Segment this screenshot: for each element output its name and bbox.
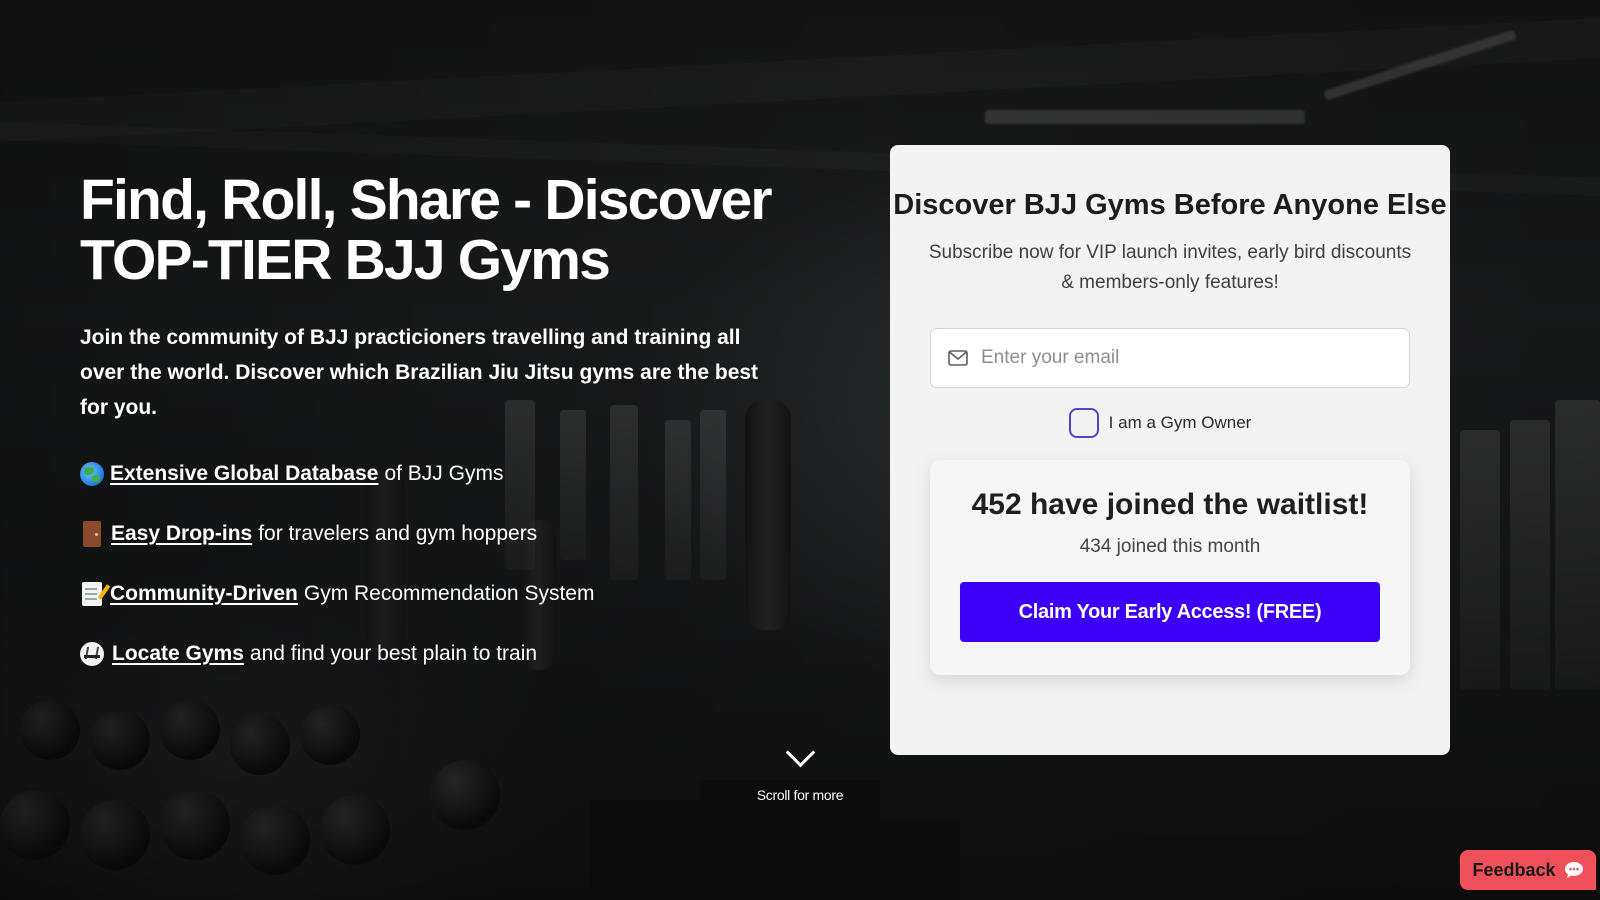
feature-text: of BJJ Gyms: [384, 462, 504, 485]
feedback-label: Feedback: [1472, 859, 1556, 880]
scroll-label: Scroll for more: [756, 787, 844, 803]
feature-item: Extensive Global Database of BJJ Gyms: [80, 459, 800, 489]
feature-item: Locate Gyms and find your best plain to …: [80, 639, 800, 669]
waitlist-count: 452 have joined the waitlist!: [971, 488, 1369, 521]
joined-this-month: 434 joined this month: [1079, 536, 1261, 557]
globe-icon: [80, 462, 104, 486]
hero-section: Find, Roll, Share - Discover TOP-TIER BJ…: [80, 170, 800, 699]
feature-item: Easy Drop-ins for travelers and gym hopp…: [80, 519, 800, 549]
feedback-button[interactable]: Feedback: [1460, 850, 1596, 890]
hero-title-line1: Find, Roll, Share - Discover: [80, 168, 773, 232]
signup-card: Discover BJJ Gyms Before Anyone Else Sub…: [890, 145, 1450, 755]
hero-title: Find, Roll, Share - Discover TOP-TIER BJ…: [80, 170, 800, 290]
hero-subtitle: Join the community of BJJ practicioners …: [80, 326, 759, 419]
gym-owner-label[interactable]: I am a Gym Owner: [1109, 413, 1252, 433]
feature-link-global-database[interactable]: Extensive Global Database: [110, 462, 378, 486]
feature-text: for travelers and gym hoppers: [258, 522, 538, 545]
chat-bubble-icon: [1564, 862, 1583, 878]
feature-text: and find your best plain to train: [249, 642, 538, 665]
signup-title: Discover BJJ Gyms Before Anyone Else: [893, 189, 1447, 221]
gym-owner-checkbox[interactable]: [1068, 408, 1099, 438]
memo-icon: [82, 582, 102, 606]
waitlist-box: 452 have joined the waitlist! 434 joined…: [930, 460, 1410, 675]
feature-link-drop-ins[interactable]: Easy Drop-ins: [111, 522, 252, 546]
door-icon: [83, 521, 101, 547]
mail-icon: [948, 350, 968, 366]
signup-subtitle: Subscribe now for VIP launch invites, ea…: [928, 242, 1412, 293]
email-field[interactable]: [930, 328, 1410, 388]
gym-owner-option[interactable]: I am a Gym Owner: [890, 408, 1450, 438]
feature-list: Extensive Global Database of BJJ Gyms Ea…: [80, 459, 800, 669]
feature-link-locate-gyms[interactable]: Locate Gyms: [112, 642, 244, 666]
feature-item: Community-Driven Gym Recommendation Syst…: [80, 579, 800, 609]
feature-link-community-driven[interactable]: Community-Driven: [110, 582, 298, 606]
scroll-hint[interactable]: Scroll for more: [740, 737, 860, 803]
claim-early-access-button[interactable]: Claim Your Early Access! (FREE): [960, 582, 1380, 642]
feature-text: Gym Recommendation System: [303, 582, 595, 605]
martial-arts-uniform-icon: [80, 642, 104, 666]
email-input[interactable]: [981, 329, 1391, 387]
hero-title-line2: TOP-TIER BJJ Gyms: [80, 228, 611, 292]
